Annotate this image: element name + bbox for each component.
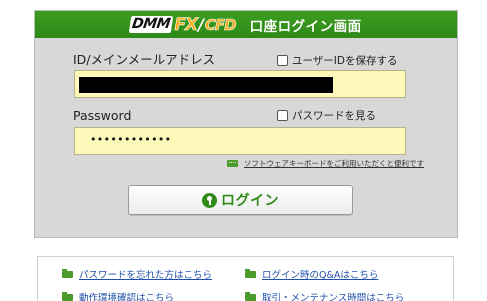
card-header: DMM FX / CFD 口座ログイン画面: [35, 11, 457, 38]
dmm-fx-cfd-logo: DMM FX / CFD: [129, 14, 237, 35]
show-password-checkbox-label: パスワードを見る: [292, 110, 376, 122]
login-card: DMM FX / CFD 口座ログイン画面 ID/メインメールアドレス ユーザー…: [34, 10, 458, 238]
save-id-checkbox[interactable]: ユーザーIDを保存する: [277, 53, 397, 68]
folder-icon: [245, 268, 256, 278]
login-button-label: ログイン: [221, 193, 279, 209]
redacted-id-value: [79, 77, 333, 93]
logo-dmm-text: DMM: [129, 16, 174, 33]
save-id-checkbox-label: ユーザーIDを保存する: [292, 55, 398, 67]
logo-fx-text: FX: [174, 14, 198, 35]
forgot-password-link[interactable]: パスワードを忘れた方はこちら: [62, 267, 212, 281]
folder-icon: [62, 291, 73, 301]
forgot-password-label: パスワードを忘れた方はこちら: [79, 270, 213, 281]
software-keyboard-link[interactable]: ソフトウェアキーボードをご利用いただくと便利です: [227, 158, 424, 169]
folder-icon: [62, 268, 73, 278]
id-label: ID/メインメールアドレス: [73, 52, 216, 67]
page-title: 口座ログイン画面: [249, 18, 362, 35]
id-input[interactable]: [74, 70, 406, 98]
maintenance-hours-label: 取引・メンテナンス時間はこちら: [262, 293, 405, 301]
logo-slash-text: /: [198, 15, 204, 34]
password-input[interactable]: ••••••••••••: [74, 127, 406, 155]
maintenance-hours-link[interactable]: 取引・メンテナンス時間はこちら: [245, 290, 404, 301]
save-id-checkbox-box[interactable]: [277, 55, 288, 66]
login-qa-label: ログイン時のQ&Aはこちら: [262, 270, 379, 281]
keyboard-icon: [227, 160, 238, 167]
environment-check-link[interactable]: 動作環境確認はこちら: [62, 290, 174, 301]
software-keyboard-label: ソフトウェアキーボードをご利用いただくと便利です: [244, 159, 424, 168]
show-password-checkbox-box[interactable]: [277, 110, 288, 121]
folder-icon: [245, 291, 256, 301]
login-qa-link[interactable]: ログイン時のQ&Aはこちら: [245, 267, 378, 281]
password-masked-value: ••••••••••••: [90, 133, 172, 146]
password-label: Password: [73, 108, 132, 123]
login-button[interactable]: ログイン: [128, 185, 353, 215]
environment-check-label: 動作環境確認はこちら: [79, 293, 175, 301]
logo-cfd-text: CFD: [204, 15, 237, 34]
show-password-checkbox[interactable]: パスワードを見る: [277, 108, 376, 123]
help-links-box: パスワードを忘れた方はこちら ログイン時のQ&Aはこちら 動作環境確認はこちら …: [37, 256, 454, 301]
key-icon: [202, 192, 217, 208]
